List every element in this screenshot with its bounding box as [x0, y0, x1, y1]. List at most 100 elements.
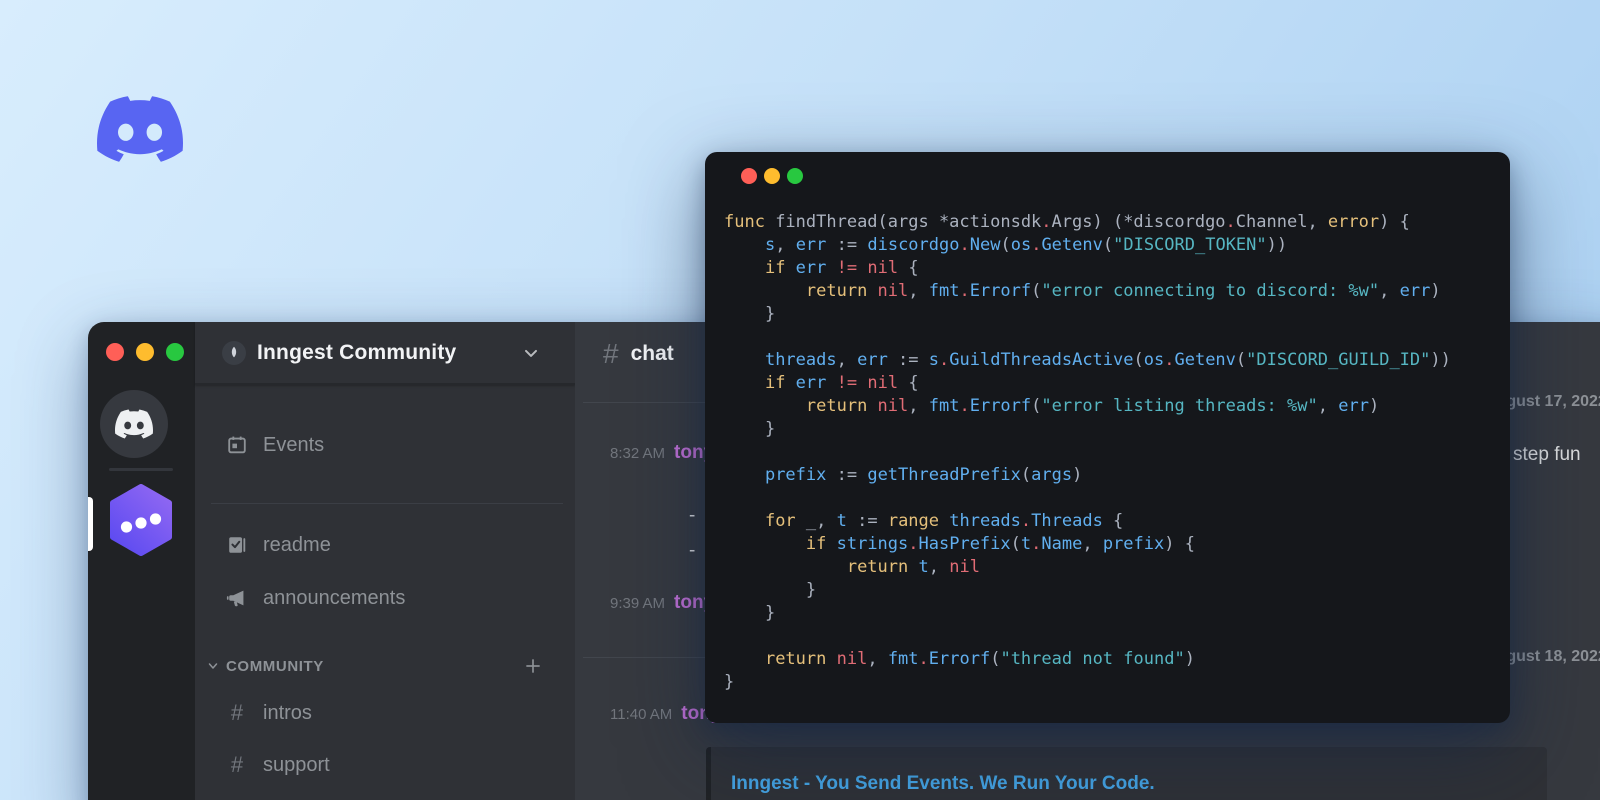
- inngest-server-button[interactable]: [109, 484, 173, 556]
- code-token: ,: [908, 281, 929, 301]
- code-token: getThreadPrefix: [867, 465, 1021, 485]
- code-token: HasPrefix: [918, 534, 1011, 554]
- sidebar-item-readme[interactable]: readme: [225, 527, 575, 563]
- discord-home-button[interactable]: [100, 390, 168, 458]
- readme-icon: [225, 533, 249, 557]
- code-line: }: [724, 579, 1502, 602]
- code-token: ,: [908, 396, 929, 416]
- channel-label: support: [263, 753, 330, 776]
- code-token: func: [724, 212, 776, 232]
- code-token: Args) (*discordgo: [1051, 212, 1226, 232]
- minimize-window-button[interactable]: [764, 168, 780, 184]
- link-embed: Inngest - You Send Events. We Run Your C…: [706, 747, 1547, 800]
- close-window-button[interactable]: [106, 343, 124, 361]
- code-token: (: [1031, 396, 1042, 416]
- code-line: threads, err := s.GuildThreadsActive(os.…: [724, 349, 1502, 372]
- code-token: Errorf: [928, 649, 991, 669]
- code-token: prefix: [1102, 534, 1165, 554]
- code-token: !=: [836, 258, 858, 278]
- code-token: prefix: [764, 465, 827, 485]
- code-token: os: [1143, 350, 1165, 370]
- code-token: Getenv: [1174, 350, 1236, 370]
- code-token: ,: [1379, 281, 1400, 301]
- sidebar-item-support[interactable]: # support: [225, 747, 575, 783]
- code-line: s, err := discordgo.New(os.Getenv("DISCO…: [724, 234, 1502, 257]
- code-token: "error listing threads: %w": [1041, 396, 1318, 416]
- code-token: {: [898, 373, 919, 393]
- chevron-down-icon[interactable]: [521, 343, 541, 363]
- code-line: if err != nil {: [724, 372, 1502, 395]
- close-window-button[interactable]: [741, 168, 757, 184]
- code-token: {: [898, 258, 919, 278]
- code-editor: func findThread(args *actionsdk.Args) (*…: [724, 211, 1502, 694]
- sidebar-item-intros[interactable]: # intros: [225, 695, 575, 731]
- community-server-badge-icon: [222, 340, 246, 365]
- hero-canvas: Inngest Community Events readme announce…: [0, 0, 1600, 800]
- code-token: :=: [846, 511, 888, 531]
- embed-title-link[interactable]: Inngest - You Send Events. We Run Your C…: [731, 773, 1527, 795]
- discord-traffic-lights: [106, 343, 184, 361]
- hash-icon: #: [230, 752, 244, 777]
- sidebar-item-events[interactable]: Events: [225, 427, 575, 463]
- code-line: if strings.HasPrefix(t.Name, prefix) {: [724, 533, 1502, 556]
- code-token: ): [1072, 465, 1083, 485]
- minimize-window-button[interactable]: [136, 343, 154, 361]
- code-token: }: [724, 304, 776, 324]
- server-header[interactable]: Inngest Community: [195, 322, 575, 385]
- category-community[interactable]: COMMUNITY: [207, 652, 575, 680]
- code-line: return nil, fmt.Errorf("thread not found…: [724, 648, 1502, 671]
- sidebar-divider: [211, 503, 563, 504]
- code-token: .: [1031, 235, 1042, 255]
- zoom-window-button[interactable]: [166, 343, 184, 361]
- code-token: (: [1010, 534, 1021, 554]
- message-timestamp: 11:40 AM: [610, 706, 673, 723]
- code-token: err: [857, 350, 888, 370]
- code-token: New: [969, 235, 1001, 255]
- create-channel-icon[interactable]: [523, 656, 543, 676]
- hash-icon: #: [603, 337, 619, 369]
- code-token: (: [1020, 465, 1032, 485]
- code-token: ,: [928, 557, 950, 577]
- code-token: t: [918, 557, 929, 577]
- code-token: !=: [836, 373, 858, 393]
- code-line: if err != nil {: [724, 257, 1502, 280]
- code-token: ,: [836, 350, 858, 370]
- code-token: return: [805, 281, 878, 301]
- code-token: range: [887, 511, 950, 531]
- code-token: strings: [836, 534, 909, 554]
- code-token: {: [1102, 511, 1124, 531]
- code-token: ,: [867, 649, 888, 669]
- code-token: :=: [887, 350, 929, 370]
- zoom-window-button[interactable]: [787, 168, 803, 184]
- code-token: err: [795, 235, 827, 255]
- code-token: :=: [826, 465, 868, 485]
- message-fragment: -: [689, 540, 696, 561]
- code-token: args: [1031, 465, 1073, 485]
- code-token: .: [1164, 350, 1175, 370]
- code-token: )): [1430, 350, 1451, 370]
- rail-divider: [109, 468, 173, 471]
- code-token: "DISCORD_GUILD_ID": [1246, 350, 1431, 370]
- code-token: t: [1020, 534, 1032, 554]
- code-token: "error connecting to discord: %w": [1041, 281, 1380, 301]
- code-token: threads: [949, 511, 1021, 531]
- code-token: err: [1399, 281, 1431, 301]
- code-token: if: [805, 534, 837, 554]
- code-token: nil: [836, 649, 868, 669]
- code-token: "thread not found": [1000, 649, 1185, 669]
- code-token: :=: [826, 235, 868, 255]
- calendar-icon: [225, 433, 249, 457]
- code-token: err: [1338, 396, 1369, 416]
- sidebar-item-announcements[interactable]: announcements: [225, 580, 575, 616]
- code-token: (: [990, 649, 1001, 669]
